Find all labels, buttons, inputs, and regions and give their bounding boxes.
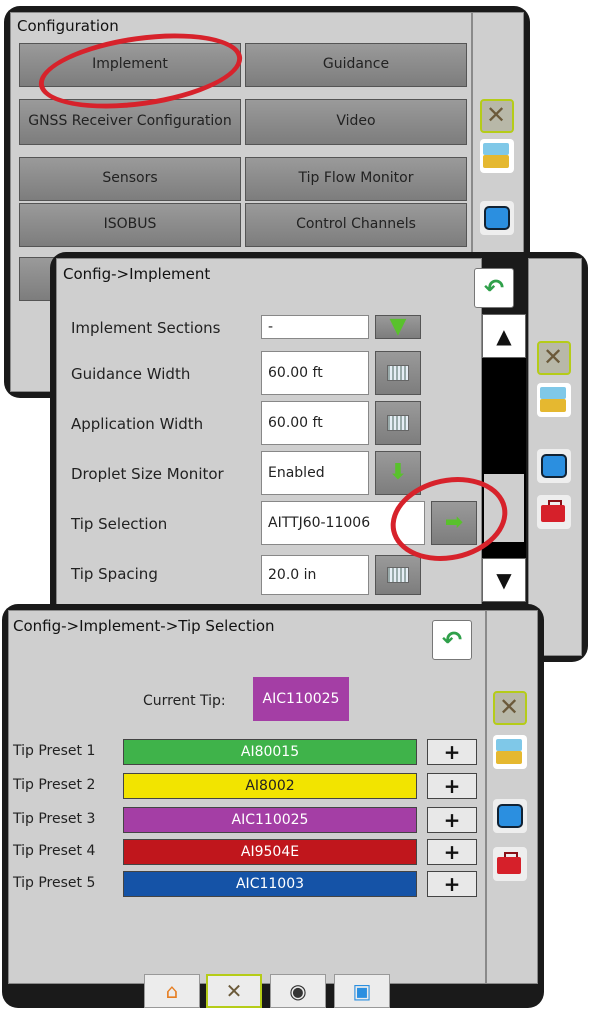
keyboard-icon [387,415,409,431]
application-width-value: 60.00 ft [261,401,369,445]
tip-preset-5-label: Tip Preset 5 [13,875,96,891]
isobus-button[interactable]: ISOBUS [19,203,241,247]
scroll-up-icon[interactable]: ▲ [482,314,526,358]
keyboard-icon [387,365,409,381]
page-title: Config->Implement [63,265,211,283]
back-arrow-icon[interactable]: ↶ [474,268,514,308]
tip-flow-monitor-button[interactable]: Tip Flow Monitor [245,157,467,201]
implement-panel: Config->Implement Implement Sections - ▼… [50,252,588,662]
tip-preset-1-button[interactable]: AI80015 [123,739,417,765]
implement-sections-dropdown[interactable]: ▼ [375,315,421,339]
tools-icon[interactable] [480,99,514,133]
page-title: Config->Implement->Tip Selection [13,617,275,635]
droplet-size-monitor-label: Droplet Size Monitor [71,465,224,483]
tip-spacing-keyboard-button[interactable] [375,555,421,595]
scrollbar[interactable]: ▲ ▼ [482,314,526,602]
screen-icon[interactable] [480,201,514,235]
scroll-down-icon[interactable]: ▼ [482,558,526,602]
guidance-button[interactable]: Guidance [245,43,467,87]
tip-selection-panel: Config->Implement->Tip Selection Current… [2,604,544,1008]
tip-preset-1-label: Tip Preset 1 [13,743,96,759]
droplet-size-monitor-value: Enabled [261,451,369,495]
tip-preset-4-button[interactable]: AI9504E [123,839,417,865]
tools-icon[interactable]: ✕ [206,974,262,1008]
guidance-width-value: 60.00 ft [261,351,369,395]
current-tip-value: AIC110025 [253,677,349,721]
toolbox-icon[interactable] [493,847,527,881]
tip-selection-content: Config->Implement->Tip Selection Current… [8,610,486,984]
implement-sections-label: Implement Sections [71,319,221,337]
tools-icon[interactable] [493,691,527,725]
toolbox-icon[interactable] [537,495,571,529]
tip-preset-4-add-button[interactable]: + [427,839,477,865]
tip-spacing-value: 20.0 in [261,555,369,595]
tip-selection-label: Tip Selection [71,515,168,533]
tip-preset-5-add-button[interactable]: + [427,871,477,897]
tip-preset-5-button[interactable]: AIC11003 [123,871,417,897]
down-arrow-icon: ▼ [389,314,407,339]
tip-preset-1-add-button[interactable]: + [427,739,477,765]
screen-icon[interactable] [493,799,527,833]
tray-icon[interactable] [537,383,571,417]
video-button[interactable]: Video [245,99,467,145]
guidance-width-keyboard-button[interactable] [375,351,421,395]
tip-preset-3-label: Tip Preset 3 [13,811,96,827]
implement-content: Config->Implement Implement Sections - ▼… [56,258,482,656]
tip-spacing-label: Tip Spacing [71,565,158,583]
current-tip-label: Current Tip: [143,693,226,709]
application-width-label: Application Width [71,415,204,433]
tip-preset-3-button[interactable]: AIC110025 [123,807,417,833]
home-icon[interactable]: ⌂ [144,974,200,1008]
tools-icon[interactable] [537,341,571,375]
sidebar [486,610,538,984]
tray-icon[interactable] [493,735,527,769]
keyboard-icon [387,567,409,583]
screen-icon[interactable] [537,449,571,483]
guidance-width-label: Guidance Width [71,365,191,383]
tip-preset-2-add-button[interactable]: + [427,773,477,799]
down-arrow-icon: ⬇ [388,460,408,485]
bottom-nav: ⌂ ✕ ◉ ▣ [8,974,536,1008]
implement-sections-value: - [261,315,369,339]
page-title: Configuration [17,17,119,35]
tip-preset-2-label: Tip Preset 2 [13,777,96,793]
tip-preset-2-button[interactable]: AI8002 [123,773,417,799]
screen-icon[interactable]: ▣ [334,974,390,1008]
tray-icon[interactable] [480,139,514,173]
sidebar [528,258,582,656]
camera-icon[interactable]: ◉ [270,974,326,1008]
sensors-button[interactable]: Sensors [19,157,241,201]
tip-preset-3-add-button[interactable]: + [427,807,477,833]
control-channels-button[interactable]: Control Channels [245,203,467,247]
tip-preset-4-label: Tip Preset 4 [13,843,96,859]
back-arrow-icon[interactable]: ↶ [432,620,472,660]
application-width-keyboard-button[interactable] [375,401,421,445]
